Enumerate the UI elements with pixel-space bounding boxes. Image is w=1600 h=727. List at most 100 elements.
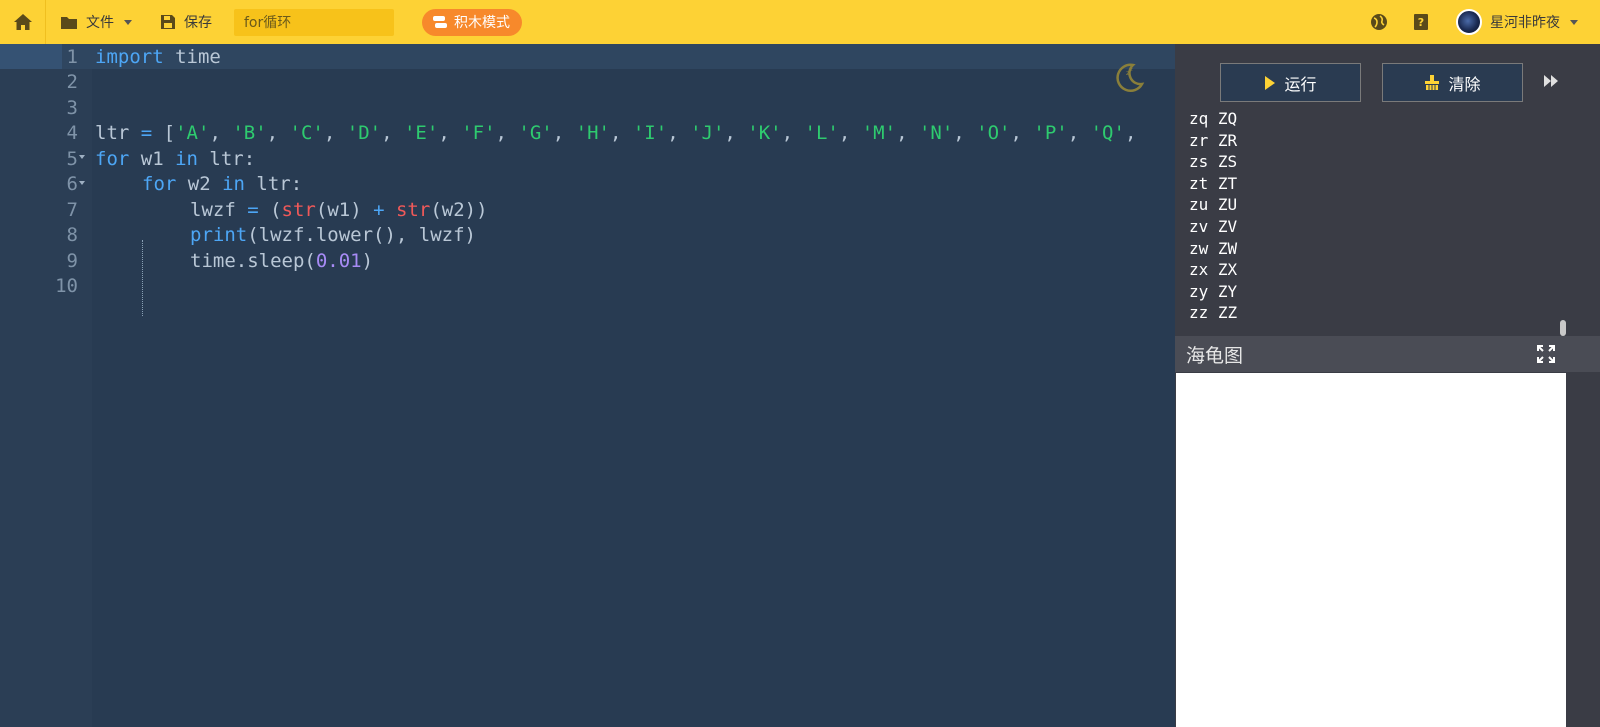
blocks-icon	[433, 16, 447, 28]
code-text: ,	[953, 122, 977, 145]
chevron-down-icon	[124, 19, 132, 25]
output-line: zr ZR	[1189, 130, 1238, 150]
output-line: zs ZS	[1189, 152, 1238, 172]
avatar	[1456, 9, 1482, 35]
code-editor[interactable]: 1 import time 2 3 4 ltr = ['A', 'B', 'C'…	[0, 44, 1175, 727]
user-menu[interactable]: 星河非昨夜	[1442, 9, 1600, 35]
night-mode-toggle-icon[interactable]: z z	[1113, 62, 1145, 94]
language-button[interactable]	[1358, 13, 1400, 31]
line-number: 7	[66, 198, 78, 221]
code-line-2: 2	[0, 70, 1175, 96]
clear-label: 清除	[1448, 74, 1481, 94]
console-scrollbar[interactable]	[1560, 320, 1566, 336]
block-mode-button[interactable]: 积木模式	[422, 8, 522, 36]
run-button[interactable]: 运行	[1220, 63, 1361, 102]
string-literal: 'O'	[976, 122, 1011, 145]
output-line: zw ZW	[1189, 238, 1238, 258]
svg-text:z: z	[1130, 67, 1133, 73]
line-number: 3	[66, 96, 78, 119]
home-icon	[13, 14, 32, 30]
string-literal: 'G'	[518, 122, 553, 145]
line-number: 1	[66, 45, 78, 68]
turtle-title: 海龟图	[1186, 344, 1244, 367]
string-literal: 'C'	[289, 122, 324, 145]
line-number: 2	[66, 71, 78, 94]
code-text: )	[361, 249, 374, 272]
builtin: str	[281, 198, 316, 221]
code-text: ,	[1124, 122, 1137, 145]
keyword: for	[95, 147, 130, 170]
fold-arrow-icon[interactable]	[79, 180, 85, 185]
code-text: time.sleep(	[190, 249, 316, 272]
fullscreen-icon[interactable]	[1536, 344, 1556, 364]
code-text: w2	[176, 173, 223, 196]
save-icon	[161, 15, 175, 29]
string-literal: 'K'	[747, 122, 782, 145]
toolbar-right: ? 星河非昨夜	[1358, 0, 1600, 44]
code-line-4: 4 ltr = ['A', 'B', 'C', 'D', 'E', 'F', '…	[0, 121, 1175, 147]
code-text: ,	[552, 122, 576, 145]
code-text: ,	[781, 122, 805, 145]
code-text: (	[258, 198, 282, 221]
code-text: ,	[838, 122, 862, 145]
home-button[interactable]	[0, 0, 46, 44]
globe-icon	[1371, 14, 1387, 30]
help-book-icon: ?	[1414, 14, 1428, 30]
fold-arrow-icon[interactable]	[79, 155, 85, 159]
string-literal: 'A'	[175, 122, 210, 145]
chevron-down-icon	[1570, 19, 1578, 25]
string-literal: 'I'	[632, 122, 668, 145]
code-text: ,	[724, 122, 748, 145]
code-line-8: 8 print(lwzf.lower(), lwzf)	[0, 223, 1175, 249]
keyword: in	[175, 147, 198, 170]
keyword: import	[95, 45, 164, 68]
code-line-9: 9 time.sleep(0.01)	[0, 248, 1175, 274]
string-literal: 'L'	[804, 122, 839, 145]
project-title-input[interactable]	[234, 8, 394, 36]
keyword: in	[222, 173, 245, 196]
string-literal: 'E'	[403, 122, 439, 145]
code-text: ,	[1010, 122, 1034, 145]
keyword: for	[142, 173, 177, 196]
help-button[interactable]: ?	[1400, 13, 1442, 31]
output-panel: 运行 清除 zq ZQ zr ZR zs ZS zt ZT zu ZU zv Z…	[1175, 44, 1600, 727]
console-output: zq ZQ zr ZR zs ZS zt ZT zu ZU zv ZV zw Z…	[1189, 108, 1237, 324]
code-line-1: 1 import time	[0, 44, 1175, 70]
code-text: ,	[438, 122, 462, 145]
run-label: 运行	[1284, 74, 1317, 94]
code-text: ,	[667, 122, 691, 145]
code-text: lwzf	[190, 198, 248, 221]
turtle-header: 海龟图	[1175, 336, 1600, 372]
string-literal: 'P'	[1033, 122, 1068, 145]
output-line: zx ZX	[1189, 260, 1238, 280]
string-literal: 'N'	[918, 122, 954, 145]
code-text: [	[163, 122, 176, 145]
code-text: (w2))	[430, 198, 488, 221]
fast-forward-icon[interactable]	[1543, 74, 1559, 88]
svg-text:?: ?	[1418, 16, 1424, 29]
code-line-3: 3	[0, 95, 1175, 121]
save-button[interactable]: 保存	[146, 0, 226, 44]
operator: +	[373, 198, 385, 221]
string-literal: 'B'	[232, 122, 267, 145]
output-line: zz ZZ	[1189, 303, 1238, 323]
code-text: ,	[209, 122, 233, 145]
number-literal: 0.01	[315, 249, 362, 272]
code-text: ltr:	[197, 147, 256, 170]
block-mode-label: 积木模式	[454, 15, 510, 31]
top-toolbar: 文件 保存 积木模式 ?	[0, 0, 1600, 44]
clear-button[interactable]: 清除	[1382, 63, 1523, 102]
file-menu[interactable]: 文件	[46, 0, 146, 44]
string-literal: 'H'	[575, 122, 610, 145]
string-literal: 'Q'	[1090, 122, 1125, 145]
builtin: str	[395, 198, 431, 221]
code-text: ,	[896, 122, 919, 145]
output-line: zq ZQ	[1189, 109, 1238, 128]
code-line-7: 7 lwzf = (str(w1) + str(w2))	[0, 197, 1175, 223]
line-number: 4	[66, 122, 78, 145]
username: 星河非昨夜	[1490, 15, 1560, 31]
line-number: 9	[66, 249, 78, 272]
code-line-5: 5 for w1 in ltr:	[0, 146, 1175, 172]
play-icon	[1265, 75, 1276, 90]
turtle-canvas[interactable]	[1176, 373, 1566, 727]
